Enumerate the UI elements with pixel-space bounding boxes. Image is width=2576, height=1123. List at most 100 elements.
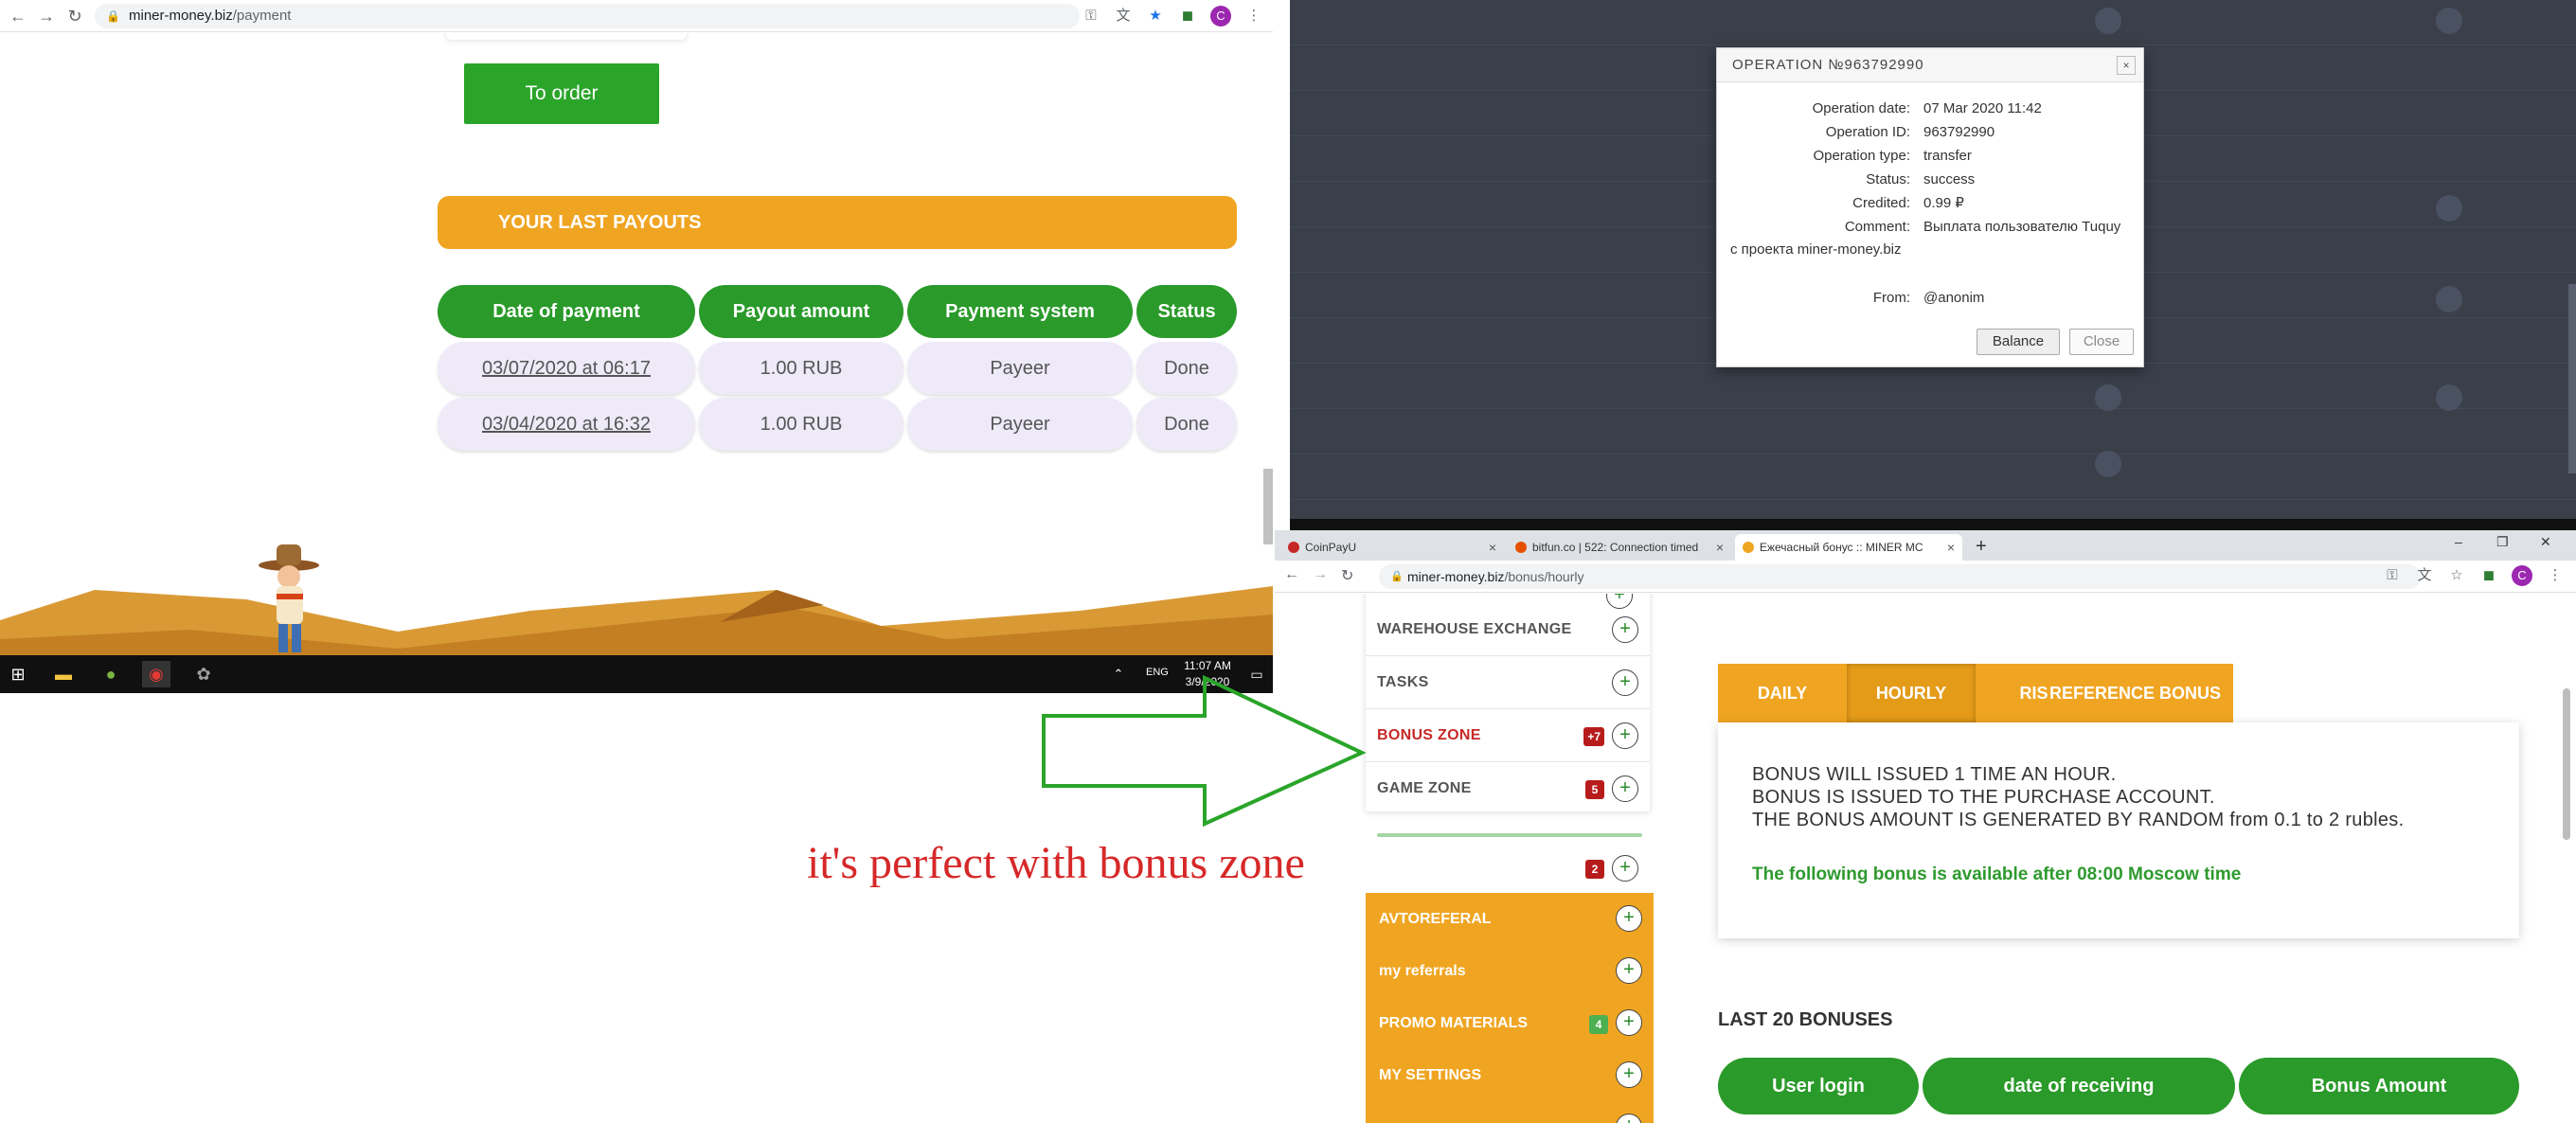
key-icon[interactable]: ⚿ xyxy=(2383,566,2402,585)
reload-icon[interactable]: ↻ xyxy=(1341,566,1353,585)
count-badge: +7 xyxy=(1583,727,1604,746)
detail-label: Operation type: xyxy=(1813,148,1910,164)
expand-plus-icon[interactable]: + xyxy=(1612,775,1638,802)
menu-kebab-icon[interactable]: ⋮ xyxy=(1244,7,1263,26)
expand-plus-icon[interactable]: + xyxy=(1616,1061,1642,1088)
payout-status-cell: Done xyxy=(1136,342,1237,395)
menu-item-label: MY SETTINGS xyxy=(1379,1067,1482,1083)
forward-icon[interactable]: → xyxy=(1313,566,1328,583)
browser-tab[interactable]: CoinPayU × xyxy=(1280,534,1504,561)
col-header-system: Payment system xyxy=(907,285,1133,338)
expand-plus-icon[interactable]: + xyxy=(1612,855,1638,882)
hourly-bonus-page: + WAREHOUSE EXCHANGE + TASKS + BONUS ZON… xyxy=(1275,594,2576,1123)
detail-label: Operation date: xyxy=(1812,100,1910,116)
taskbar-app-icon-2[interactable]: ✿ xyxy=(189,661,218,687)
sidebar-item-game-zone[interactable]: GAME ZONE 5 + xyxy=(1366,762,1650,815)
col-header-date: Date of payment xyxy=(438,285,695,338)
input-language[interactable]: ENG xyxy=(1146,667,1169,678)
file-explorer-icon[interactable]: ▬ xyxy=(49,661,78,687)
close-button[interactable]: Close xyxy=(2069,329,2134,355)
bookmark-star-icon[interactable]: ★ xyxy=(1146,7,1165,26)
sidebar-item-bonus-zone[interactable]: BONUS ZONE +7 + xyxy=(1366,709,1650,762)
reload-icon[interactable]: ↻ xyxy=(64,6,85,27)
menu-item-next[interactable]: + xyxy=(1366,1101,1654,1123)
translate-icon[interactable]: 文 xyxy=(1114,7,1133,26)
count-badge: 5 xyxy=(1585,780,1604,799)
right-browser-window: CoinPayU × bitfun.co | 522: Connection t… xyxy=(1275,530,2576,1123)
expand-plus-icon[interactable]: + xyxy=(1616,905,1642,932)
bookmark-star-icon[interactable]: ☆ xyxy=(2447,566,2466,585)
notification-icon[interactable]: ▭ xyxy=(1243,661,1271,687)
scrollbar[interactable] xyxy=(2563,688,2570,840)
menu-kebab-icon[interactable]: ⋮ xyxy=(2546,566,2565,585)
profile-avatar[interactable]: C xyxy=(2512,565,2532,586)
detail-label: Credited: xyxy=(1852,195,1910,211)
forward-icon[interactable]: → xyxy=(36,6,57,27)
tab-close-icon[interactable]: × xyxy=(1947,534,1955,561)
tab-hourly[interactable]: HOURLY xyxy=(1847,664,1976,722)
menu-item-avtoreferal[interactable]: AVTOREFERAL + xyxy=(1366,893,1654,945)
payout-system-cell: Payeer xyxy=(907,342,1133,395)
extension-icon[interactable]: ◼ xyxy=(1178,7,1197,26)
tab-title: Ежечасный бонус :: MINER MC xyxy=(1760,541,1923,554)
back-icon[interactable]: ← xyxy=(1284,566,1299,583)
expand-plus-icon[interactable]: + xyxy=(1612,669,1638,696)
payout-date-cell[interactable]: 03/04/2020 at 16:32 xyxy=(438,398,695,451)
new-tab-plus-icon[interactable]: + xyxy=(1976,536,1987,558)
sidebar-item-collapsed[interactable]: 2 + xyxy=(1366,842,1650,895)
scrollbar[interactable] xyxy=(1263,469,1273,544)
progress-line xyxy=(1377,833,1642,837)
detail-value: 07 Mar 2020 11:42 xyxy=(1923,100,2042,116)
detail-label: Comment: xyxy=(1844,219,1910,235)
expand-plus-icon[interactable]: + xyxy=(1616,957,1642,984)
taskbar-clock[interactable]: 11:07 AM 3/9/2020 xyxy=(1174,658,1241,690)
expand-plus-icon[interactable]: + xyxy=(1612,616,1638,643)
tab-title: bitfun.co | 522: Connection timed xyxy=(1532,541,1699,554)
menu-item-promo-materials[interactable]: PROMO MATERIALS 4 + xyxy=(1366,997,1654,1049)
key-icon[interactable]: ⚿ xyxy=(1082,7,1100,26)
tab-daily[interactable]: DAILY xyxy=(1718,664,1847,722)
taskbar-app-icon[interactable]: ● xyxy=(97,661,125,687)
sidebar-item-label: TASKS xyxy=(1377,674,1429,690)
translate-icon[interactable]: 文 xyxy=(2415,566,2434,585)
menu-item-my-settings[interactable]: MY SETTINGS + xyxy=(1366,1049,1654,1101)
detail-row: Status: success xyxy=(1717,170,2145,189)
tab-close-icon[interactable]: × xyxy=(1489,534,1496,561)
tray-chevron-icon[interactable]: ⌃ xyxy=(1104,661,1133,687)
tab-reference-bonus[interactable]: REFERENCE BONUS xyxy=(2048,684,2224,703)
chrome-taskbar-icon[interactable]: ◉ xyxy=(142,661,170,687)
expand-plus-icon[interactable]: + xyxy=(1616,1114,1642,1123)
lock-icon: 🔒 xyxy=(1390,571,1404,582)
windows-start-icon[interactable]: ⊞ xyxy=(4,661,32,687)
address-bar[interactable]: 🔒 miner-money.biz/payment xyxy=(95,4,1080,28)
sidebar-item-tasks[interactable]: TASKS + xyxy=(1366,656,1650,709)
menu-item-label: my referrals xyxy=(1379,963,1466,979)
left-browser-toolbar: ← → ↻ 🔒 miner-money.biz/payment ⚿ 文 ★ ◼ … xyxy=(0,0,1273,32)
dialog-close-x-button[interactable]: × xyxy=(2117,56,2136,75)
window-close-icon[interactable]: ✕ xyxy=(2540,534,2551,550)
sidebar-item-warehouse-exchange[interactable]: WAREHOUSE EXCHANGE + xyxy=(1366,603,1650,656)
balance-button[interactable]: Balance xyxy=(1977,329,2060,355)
browser-tab[interactable]: bitfun.co | 522: Connection timed × xyxy=(1508,534,1731,561)
detail-label: From: xyxy=(1872,290,1910,306)
count-badge: 2 xyxy=(1585,860,1604,879)
detail-value: transfer xyxy=(1923,148,1972,164)
payment-page: To order YOUR LAST PAYOUTS Date of payme… xyxy=(0,33,1273,658)
to-order-button[interactable]: To order xyxy=(464,63,659,124)
payout-date-cell[interactable]: 03/07/2020 at 06:17 xyxy=(438,342,695,395)
minimize-icon[interactable]: – xyxy=(2455,534,2462,549)
expand-plus-icon[interactable]: + xyxy=(1616,1009,1642,1036)
expand-plus-icon[interactable]: + xyxy=(1612,722,1638,749)
back-icon[interactable]: ← xyxy=(8,6,28,27)
bonus-info-line: THE BONUS AMOUNT IS GENERATED BY RANDOM … xyxy=(1752,810,2405,830)
tab-strip: CoinPayU × bitfun.co | 522: Connection t… xyxy=(1275,530,2576,561)
menu-item-my-referrals[interactable]: my referrals + xyxy=(1366,945,1654,997)
tab-close-icon[interactable]: × xyxy=(1716,534,1724,561)
tab-favicon-icon xyxy=(1743,542,1754,553)
maximize-icon[interactable]: ❐ xyxy=(2496,534,2509,550)
extension-icon[interactable]: ◼ xyxy=(2479,566,2498,585)
profile-avatar[interactable]: C xyxy=(1210,6,1231,27)
address-bar[interactable]: 🔒 miner-money.biz/bonus/hourly xyxy=(1379,564,2421,589)
browser-tab-active[interactable]: Ежечасный бонус :: MINER MC × xyxy=(1735,534,1962,561)
payout-amount-cell: 1.00 RUB xyxy=(699,342,903,395)
